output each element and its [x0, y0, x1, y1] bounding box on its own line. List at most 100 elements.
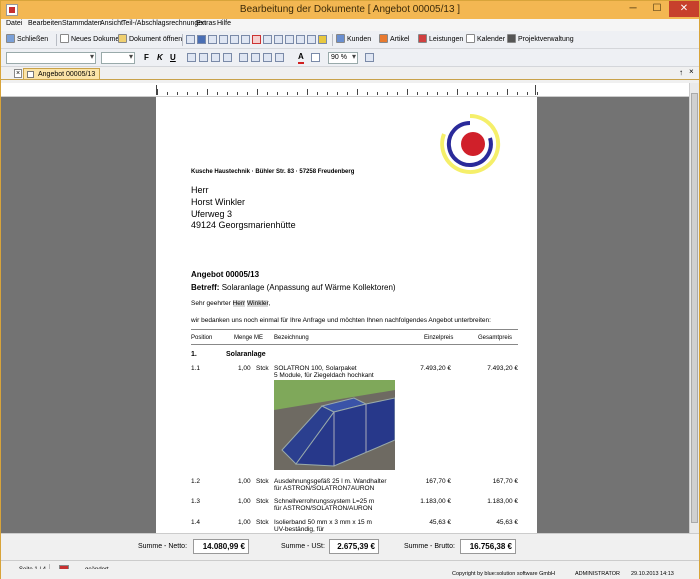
- menu-ansicht[interactable]: Ansicht: [100, 20, 123, 27]
- ruler-tick: [467, 92, 468, 95]
- recipient-name: Horst Winkler: [191, 197, 246, 207]
- zoom-fit-icon[interactable]: [365, 53, 374, 62]
- tab-close-button[interactable]: ×: [14, 69, 22, 78]
- item-unit-price: 167,70 €: [425, 478, 451, 485]
- item-description-line1: Isolierband 50 mm x 3 mm x 15 m: [274, 519, 372, 526]
- zoom-select[interactable]: 90 %: [328, 52, 358, 64]
- kalender-button[interactable]: Kalender: [466, 34, 505, 46]
- col-position: Position: [191, 335, 213, 341]
- open-document-button[interactable]: Dokument öffnen: [118, 34, 182, 46]
- undo-icon[interactable]: [274, 35, 283, 44]
- artikel-button[interactable]: Artikel: [379, 34, 409, 46]
- print-icon[interactable]: [186, 35, 195, 44]
- save-icon[interactable]: [197, 35, 206, 44]
- leistungen-button[interactable]: Leistungen: [418, 34, 463, 46]
- close-window-button[interactable]: ✕: [669, 1, 699, 17]
- item-description-line2: 5 Module, für Ziegeldach hochkant: [274, 372, 374, 379]
- item-unit-price: 1.183,00 €: [420, 498, 451, 505]
- ruler-tick: [527, 92, 528, 95]
- ruler-tick: [337, 92, 338, 95]
- ruler-tick: [207, 89, 208, 95]
- projektverwaltung-button[interactable]: Projektverwaltung: [507, 34, 574, 46]
- brutto-value: 16.756,38 €: [460, 539, 516, 554]
- totals-bar: Summe - Netto: 14.080,99 € Summe - USt: …: [1, 533, 699, 560]
- copy-icon[interactable]: [230, 35, 239, 44]
- ruler-tick: [287, 92, 288, 95]
- vertical-scrollbar[interactable]: [689, 83, 699, 533]
- current-user: ADMINISTRATOR: [575, 571, 621, 577]
- recipient-city: 49124 Georgsmarienhütte: [191, 220, 296, 230]
- item-position: 1.1: [191, 365, 201, 372]
- indent-increase-icon[interactable]: [275, 53, 284, 62]
- align-justify-icon[interactable]: [223, 53, 232, 62]
- leistungen-label: Leistungen: [429, 36, 464, 43]
- preview-icon[interactable]: [208, 35, 217, 44]
- item-unit: Stck: [256, 478, 269, 485]
- menu-stammdaten[interactable]: Stammdaten: [62, 20, 102, 27]
- item-unit-price: 7.493,20 €: [420, 365, 451, 372]
- bullet-list-icon[interactable]: [239, 53, 248, 62]
- item-total-price: 1.183,00 €: [487, 498, 518, 505]
- col-gesamtpreis: Gesamtpreis: [478, 335, 513, 341]
- align-right-icon[interactable]: [211, 53, 220, 62]
- pin-tab-button[interactable]: ↑: [679, 68, 683, 77]
- insert-row-icon[interactable]: [263, 35, 272, 44]
- item-description-line2: für ASTRON/SOLATRON/AURON: [274, 505, 373, 512]
- ruler-tick: [257, 89, 258, 95]
- close-all-tabs-button[interactable]: ×: [689, 67, 694, 76]
- document-workspace[interactable]: Kusche Haustechnik · Bühler Str. 83 · 57…: [1, 97, 689, 533]
- new-document-button[interactable]: Neues Dokument: [60, 34, 125, 46]
- maximize-button[interactable]: ☐: [645, 1, 669, 17]
- item-position: 1.3: [191, 498, 201, 505]
- title-bar[interactable]: Bearbeitung der Dokumente [ Angebot 0000…: [1, 1, 699, 19]
- section-number: 1.: [191, 351, 197, 358]
- copyright-text: Copyright by blue:solution software GmbH: [452, 571, 556, 577]
- ruler-tick: [397, 92, 398, 95]
- item-description-line2: für ASTRON/SOLATRON7AURON: [274, 485, 375, 492]
- align-center-icon[interactable]: [199, 53, 208, 62]
- document-page[interactable]: Kusche Haustechnik · Bühler Str. 83 · 57…: [156, 97, 537, 533]
- salutation: Sehr geehrter Herr Winkler,: [191, 300, 270, 307]
- delete-icon[interactable]: [252, 35, 261, 44]
- italic-button[interactable]: K: [157, 52, 163, 64]
- minimize-button[interactable]: ─: [621, 1, 645, 17]
- font-size-select[interactable]: [101, 52, 135, 64]
- item-description-line2: UV-beständig, für: [274, 526, 325, 533]
- ruler-margins: [156, 85, 538, 95]
- menu-extras[interactable]: Extras: [196, 20, 216, 27]
- move-up-icon[interactable]: [296, 35, 305, 44]
- paste-icon[interactable]: [241, 35, 250, 44]
- bold-button[interactable]: F: [144, 52, 149, 64]
- background-color-icon[interactable]: [311, 53, 320, 62]
- ruler-tick: [367, 92, 368, 95]
- main-toolbar: Schließen Neues Dokument Dokument öffnen…: [1, 31, 699, 49]
- window-title: Bearbeitung der Dokumente [ Angebot 0000…: [239, 4, 461, 15]
- align-left-icon[interactable]: [187, 53, 196, 62]
- redo-icon[interactable]: [285, 35, 294, 44]
- settings-icon[interactable]: [318, 35, 327, 44]
- tab-angebot[interactable]: Angebot 00005/13: [23, 68, 101, 80]
- menu-datei[interactable]: Datei: [6, 20, 22, 27]
- indent-decrease-icon[interactable]: [263, 53, 272, 62]
- ruler-tick: [407, 89, 408, 95]
- text-color-button[interactable]: A: [298, 52, 304, 64]
- netto-value: 14.080,99 €: [193, 539, 249, 554]
- ruler-tick: [237, 92, 238, 95]
- menu-bearbeiten[interactable]: Bearbeiten: [28, 20, 62, 27]
- menu-abschlagsrechnungen[interactable]: Teil-/Abschlagsrechnungen: [122, 20, 206, 27]
- horizontal-ruler[interactable]: [1, 83, 689, 97]
- cut-icon[interactable]: [219, 35, 228, 44]
- solar-panel-image: [274, 380, 395, 470]
- numbered-list-icon[interactable]: [251, 53, 260, 62]
- ruler-tick: [157, 89, 158, 95]
- scrollbar-thumb[interactable]: [691, 93, 698, 523]
- menu-hilfe[interactable]: Hilfe: [217, 20, 231, 27]
- table-top-rule: [191, 329, 518, 330]
- table-header-rule: [191, 344, 518, 345]
- recipient-street: Uferweg 3: [191, 209, 233, 219]
- close-doc-button[interactable]: Schließen: [6, 34, 48, 46]
- kunden-button[interactable]: Kunden: [336, 34, 371, 46]
- move-down-icon[interactable]: [307, 35, 316, 44]
- font-family-select[interactable]: [6, 52, 96, 64]
- underline-button[interactable]: U: [170, 52, 176, 64]
